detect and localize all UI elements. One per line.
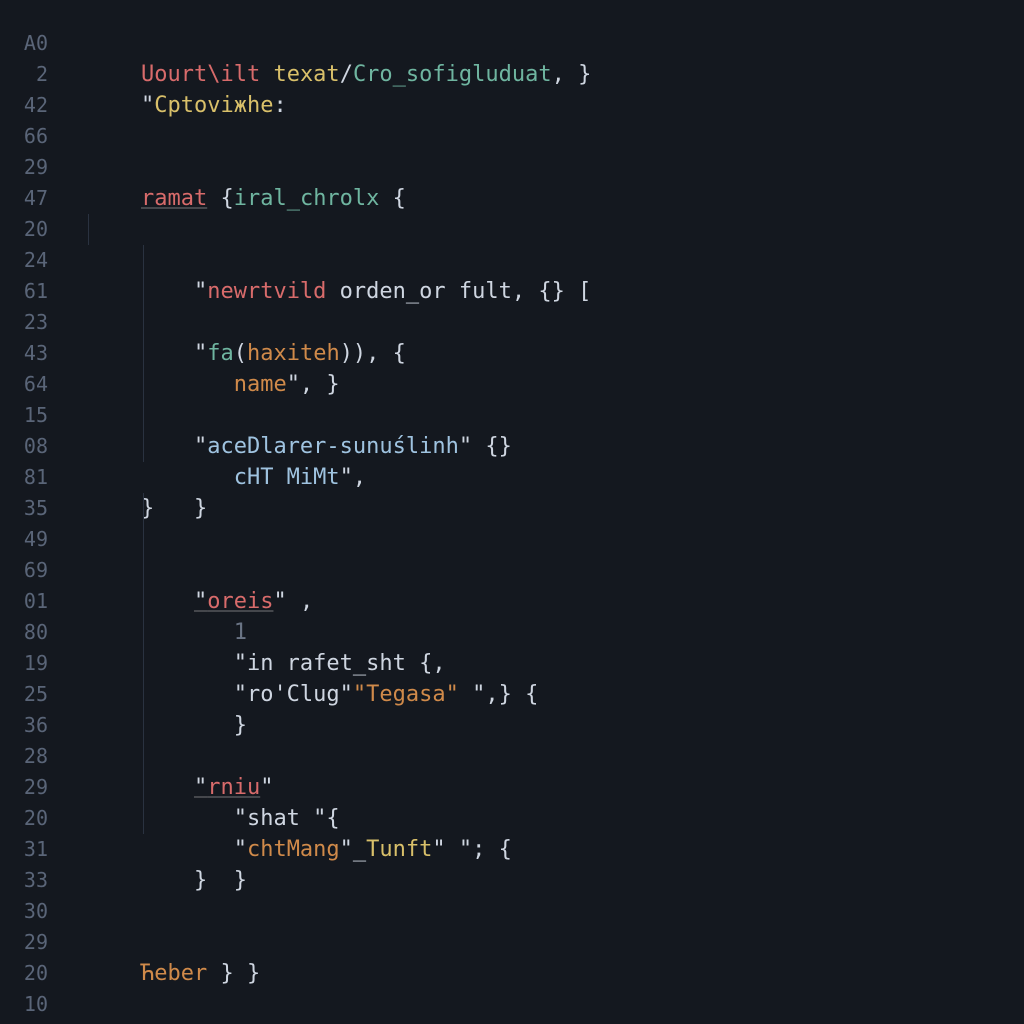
line-number: 15: [0, 400, 48, 431]
line-number: 42: [0, 90, 48, 121]
code-line[interactable]: "chtMang"_Tunft" "; {: [88, 772, 1024, 803]
line-number: 29: [0, 152, 48, 183]
line-number: 36: [0, 710, 48, 741]
code-line[interactable]: }: [88, 431, 1024, 462]
code-line[interactable]: }: [88, 648, 1024, 679]
code-line[interactable]: [88, 183, 1024, 214]
code-line[interactable]: "aceDlarer-sunuślinh" {}: [88, 369, 1024, 400]
code-editor[interactable]: Uourt\ilt texat/Cro_sofigluduat, } "Cpto…: [60, 0, 1024, 1024]
code-line[interactable]: [88, 896, 1024, 927]
line-number: 31: [0, 834, 48, 865]
code-line[interactable]: [88, 90, 1024, 121]
code-line[interactable]: 1: [88, 555, 1024, 586]
code-line[interactable]: cHT MiMt",: [88, 400, 1024, 431]
code-line[interactable]: ramat {iral_chrolx {: [88, 152, 1024, 183]
code-line[interactable]: "in rafet_sht {,: [88, 586, 1024, 617]
code-line[interactable]: [88, 338, 1024, 369]
token-identifier: Ћeber: [141, 961, 207, 986]
line-number: 47: [0, 183, 48, 214]
line-number: 33: [0, 865, 48, 896]
code-line[interactable]: }: [88, 462, 1024, 493]
code-line[interactable]: [88, 679, 1024, 710]
line-number: 49: [0, 524, 48, 555]
line-number: 43: [0, 338, 48, 369]
line-number: 30: [0, 896, 48, 927]
code-line[interactable]: "rniu": [88, 710, 1024, 741]
line-number: 24: [0, 245, 48, 276]
line-number: 61: [0, 276, 48, 307]
line-number: 25: [0, 679, 48, 710]
line-number: 81: [0, 462, 48, 493]
line-number: 23: [0, 307, 48, 338]
line-number: 10: [0, 989, 48, 1020]
code-line[interactable]: Ћeber } }: [88, 927, 1024, 958]
code-line[interactable]: "oreis" ,: [88, 524, 1024, 555]
code-line[interactable]: [88, 865, 1024, 896]
code-line[interactable]: "shat "{: [88, 741, 1024, 772]
line-number: 2: [0, 59, 48, 90]
line-number: 35: [0, 493, 48, 524]
line-number-gutter: A024266294720246123436415088135496901801…: [0, 0, 60, 1024]
token-brace: } }: [207, 961, 260, 986]
line-number: 19: [0, 648, 48, 679]
code-line[interactable]: "Cptoviжhe:: [88, 59, 1024, 90]
line-number: 64: [0, 369, 48, 400]
line-number: 69: [0, 555, 48, 586]
code-line[interactable]: }: [88, 803, 1024, 834]
line-number: 29: [0, 772, 48, 803]
code-line[interactable]: Uourt\ilt texat/Cro_sofigluduat, }: [88, 28, 1024, 59]
line-number: 01: [0, 586, 48, 617]
line-number: 66: [0, 121, 48, 152]
code-line[interactable]: "ro'Clug""Tegasa" ",} {: [88, 617, 1024, 648]
code-line[interactable]: }: [88, 834, 1024, 865]
line-number: 20: [0, 214, 48, 245]
code-line[interactable]: [88, 121, 1024, 152]
line-number: 80: [0, 617, 48, 648]
code-line[interactable]: "fa(haxiteh)), {: [88, 276, 1024, 307]
line-number: 29: [0, 927, 48, 958]
code-line[interactable]: "newrtvild orden_or fult, {} [: [88, 214, 1024, 245]
line-number: 20: [0, 803, 48, 834]
line-number: 08: [0, 431, 48, 462]
code-line[interactable]: [88, 493, 1024, 524]
line-number: 28: [0, 741, 48, 772]
code-line[interactable]: name", }: [88, 307, 1024, 338]
code-line[interactable]: [88, 245, 1024, 276]
line-number: A0: [0, 28, 48, 59]
line-number: 20: [0, 958, 48, 989]
